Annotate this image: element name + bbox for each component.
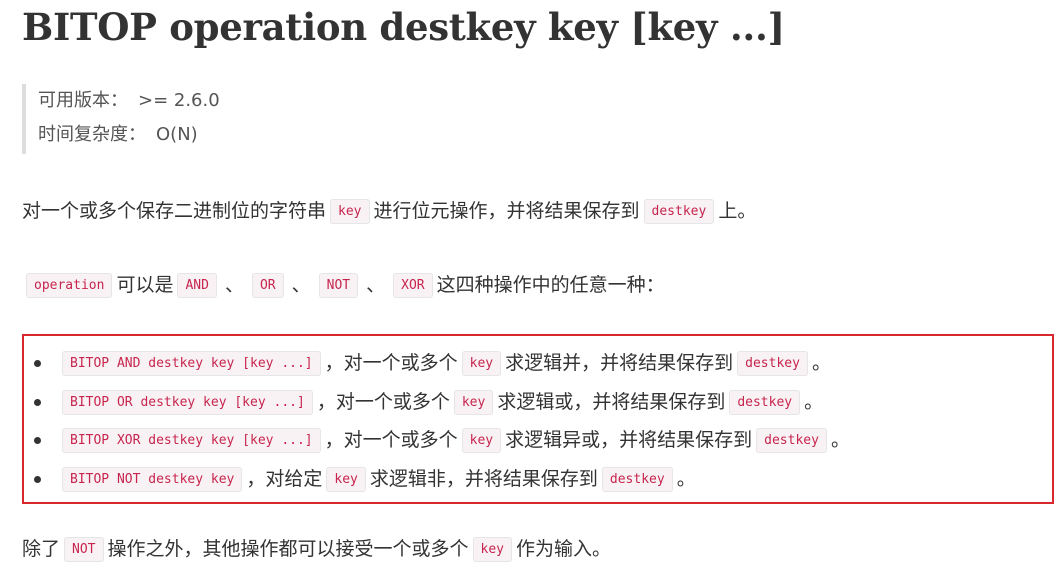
- operation-text: 这四种操作中的任意一种：: [436, 274, 665, 296]
- description-paragraph: 对一个或多个保存二进制位的字符串 key 进行位元操作，并将结果保存到 destkey…: [22, 194, 756, 229]
- page-title: BITOP operation destkey key [key ...]: [22, 5, 785, 49]
- inline-code-destkey: destkey: [729, 389, 801, 415]
- inline-code-key: key: [461, 428, 502, 453]
- meta-blockquote: 可用版本： >= 2.6.0 时间复杂度： O(N): [22, 84, 422, 154]
- inline-code-key: key: [326, 466, 366, 492]
- inline-code-destkey: destkey: [756, 428, 827, 453]
- inline-code-operation: operation: [26, 273, 113, 298]
- item-text: 求逻辑或，并将结果保存到: [497, 390, 726, 413]
- separator: 、: [224, 274, 244, 296]
- note-text: 作为输入。: [516, 538, 612, 560]
- description-text: 上。: [718, 200, 757, 222]
- operations-list: BITOP AND destkey key [key ...] ，对一个或多个 ke…: [24, 344, 1052, 498]
- bullet-icon: [34, 437, 41, 444]
- description-text: 进行位元操作，并将结果保存到: [373, 200, 640, 222]
- highlighted-operations-box: BITOP AND destkey key [key ...] ，对一个或多个 ke…: [22, 334, 1054, 504]
- item-text: ，对一个或多个: [324, 429, 458, 451]
- bullet-icon: [34, 398, 41, 406]
- version-line: 可用版本： >= 2.6.0: [38, 84, 422, 118]
- inline-code-xor: XOR: [393, 273, 433, 298]
- item-text: 求逻辑异或，并将结果保存到: [505, 429, 753, 451]
- note-text: 操作之外，其他操作都可以接受一个或多个: [107, 538, 469, 560]
- inline-code-key: key: [472, 537, 512, 562]
- document-page: BITOP operation destkey key [key ...] 可用…: [0, 0, 1062, 564]
- complexity-label: 时间复杂度：: [38, 124, 146, 145]
- item-text: 求逻辑非，并将结果保存到: [369, 467, 598, 490]
- inline-code-destkey: destkey: [643, 199, 715, 224]
- inline-code-key: key: [330, 199, 370, 224]
- item-end: 。: [811, 352, 831, 374]
- command-code: BITOP AND destkey key [key ...]: [62, 351, 321, 376]
- inline-code-key: key: [461, 351, 502, 376]
- list-item-not: BITOP NOT destkey key ，对给定 key 求逻辑非，并将结果保存到…: [24, 460, 1052, 499]
- item-text: 求逻辑并，并将结果保存到: [505, 352, 734, 374]
- bullet-icon: [34, 360, 41, 367]
- operation-paragraph: operation 可以是 AND 、 OR 、 NOT 、 XOR 这四种操作中的任意一种：: [22, 268, 665, 303]
- version-value: >= 2.6.0: [138, 90, 220, 111]
- inline-code-and: AND: [177, 273, 217, 298]
- inline-code-destkey: destkey: [737, 351, 808, 376]
- item-end: 。: [830, 429, 850, 451]
- item-text: ，对一个或多个: [324, 352, 458, 374]
- separator: 、: [366, 274, 386, 296]
- command-code: BITOP XOR destkey key [key ...]: [62, 428, 321, 453]
- complexity-value: O(N): [156, 124, 198, 145]
- item-end: 。: [804, 390, 824, 413]
- description-text: 对一个或多个保存二进制位的字符串: [22, 200, 327, 222]
- inline-code-or: OR: [251, 273, 284, 298]
- input-note-paragraph: 除了 NOT 操作之外，其他操作都可以接受一个或多个 key 作为输入。: [22, 532, 611, 567]
- bullet-icon: [34, 475, 41, 483]
- inline-code-destkey: destkey: [601, 466, 673, 492]
- list-item-and: BITOP AND destkey key [key ...] ，对一个或多个 ke…: [24, 344, 1052, 383]
- item-text: ，对给定: [246, 467, 323, 490]
- complexity-line: 时间复杂度： O(N): [38, 118, 422, 152]
- inline-code-not: NOT: [64, 537, 104, 562]
- item-end: 。: [676, 467, 696, 490]
- note-text: 除了: [22, 538, 61, 560]
- inline-code-key: key: [453, 389, 494, 415]
- separator: 、: [291, 274, 311, 296]
- operation-text: 可以是: [116, 274, 174, 296]
- version-label: 可用版本：: [38, 90, 128, 111]
- command-code: BITOP OR destkey key [key ...]: [62, 389, 313, 415]
- item-text: ，对一个或多个: [316, 390, 450, 413]
- list-item-or: BITOP OR destkey key [key ...] ，对一个或多个 key…: [24, 383, 1052, 422]
- inline-code-not: NOT: [318, 273, 359, 298]
- command-code: BITOP NOT destkey key: [62, 466, 243, 492]
- list-item-xor: BITOP XOR destkey key [key ...] ，对一个或多个 ke…: [24, 421, 1052, 460]
